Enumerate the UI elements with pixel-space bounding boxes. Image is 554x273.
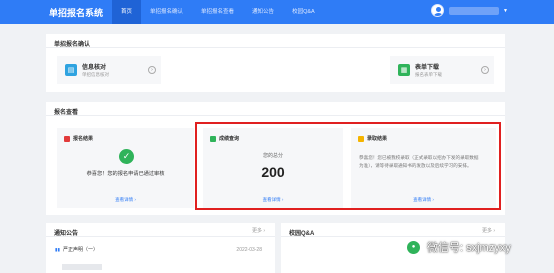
user-menu[interactable]: ▼ [431,4,508,17]
notice-more-link[interactable]: 更多 › [252,227,265,234]
info-check-title: 信息核对 [82,65,107,71]
nav-campus-qa[interactable]: 校园Q&A [283,0,324,24]
username-redacted [449,6,500,15]
nav-registration-confirm[interactable]: 单招报名确认 [141,0,192,24]
chevron-down-icon[interactable]: ▼ [503,8,508,14]
result-icon [64,135,70,142]
notice-item-title[interactable]: 严正声明（一） [63,246,98,253]
result-title: 报名结果 [73,136,94,142]
confirm-panel-title: 单招报名确认 [46,34,505,48]
view-panel-title: 报名查看 [46,102,505,116]
arrow-right-icon[interactable]: › [148,66,156,74]
avatar-icon[interactable] [431,4,445,17]
nav-registration-view[interactable]: 单招报名查看 [192,0,243,24]
result-details-link[interactable]: 查看详情 › [57,197,194,203]
app-title: 单招报名系统 [49,7,104,18]
form-download-subtitle: 报名表单下载 [415,72,442,77]
notice-panel-title: 通知公告 [46,223,275,237]
highlight-box [195,122,501,210]
form-download-card[interactable]: ▦ 表单下载 报名表单下载 › [390,56,494,84]
notice-item[interactable]: ▮▮ 严正声明（一） 2022-03-28 [55,246,270,254]
nav-notices[interactable]: 通知公告 [243,0,283,24]
top-navbar: 单招报名系统 首页 单招报名确认 单招报名查看 通知公告 校园Q&A ▼ [0,0,554,24]
qa-panel-title: 校园Q&A [281,223,505,237]
qa-more-link[interactable]: 更多 › [482,227,495,234]
check-circle-icon: ✓ [119,149,134,164]
wechat-watermark: ● 微信号: sxjmzyxy [406,239,511,255]
form-download-icon: ▦ [398,64,410,76]
id-card-icon: ▤ [65,64,77,76]
watermark-text: 微信号: sxjmzyxy [427,242,511,254]
info-check-subtitle: 单招信息核对 [82,72,109,77]
notice-item-date: 2022-03-28 [236,246,262,253]
notice-item-placeholder [62,264,102,270]
result-card: 报名结果 ✓ 恭喜您！您的报名申请已通过审核 查看详情 › [57,128,194,208]
confirm-panel: 单招报名确认 ▤ 信息核对 单招信息核对 › ▦ 表单下载 报名表单下载 › [46,34,505,92]
info-check-card[interactable]: ▤ 信息核对 单招信息核对 › [57,56,161,84]
bullet-icon: ▮▮ [55,246,60,252]
form-download-title: 表单下载 [415,65,440,71]
main-nav: 首页 单招报名确认 单招报名查看 通知公告 校园Q&A [112,0,324,24]
result-status: 恭喜您！您的报名申请已通过审核 [86,171,165,177]
nav-home[interactable]: 首页 [112,0,142,24]
wechat-icon: ● [406,239,421,255]
arrow-right-icon[interactable]: › [481,66,489,74]
